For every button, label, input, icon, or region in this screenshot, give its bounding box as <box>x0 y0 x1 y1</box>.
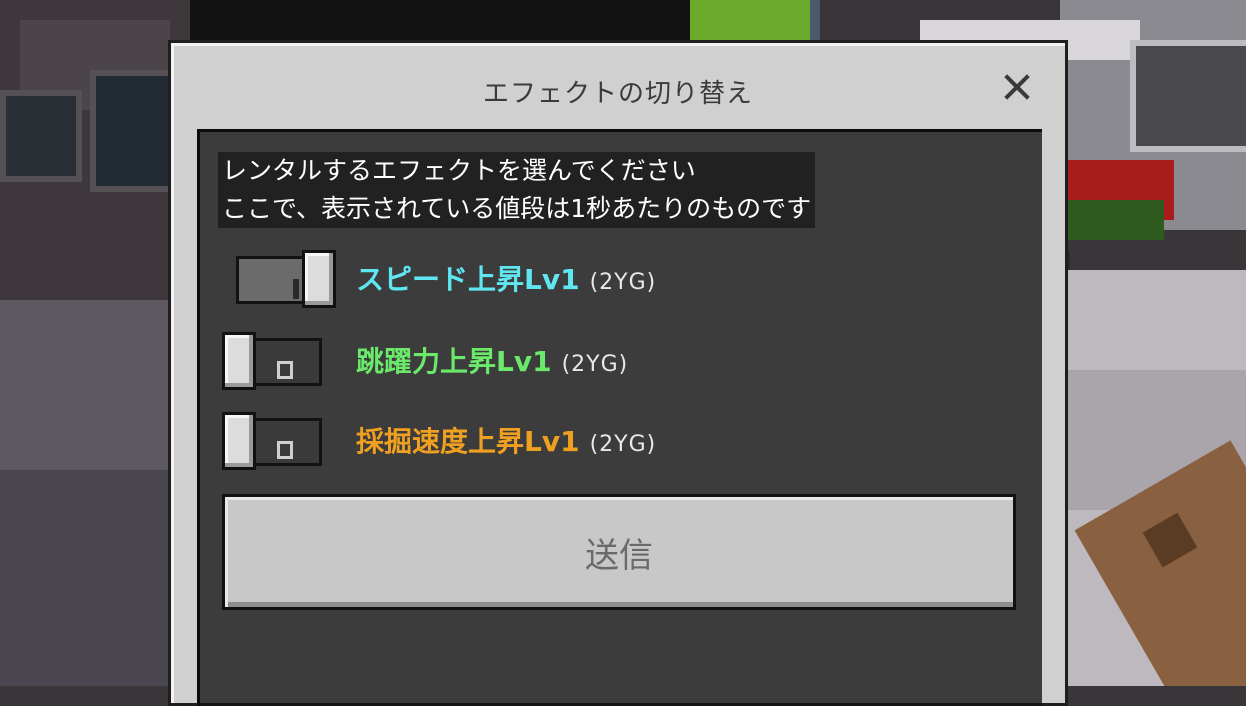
toggle-off-mark-icon <box>277 441 293 459</box>
effect-price: (2YG) <box>589 432 657 457</box>
close-icon[interactable] <box>1003 73 1031 101</box>
dialog-content: レンタルするエフェクトを選んでください ここで、表示されている値段は1秒あたりの… <box>197 129 1042 706</box>
effect-row-speed: スピード上昇Lv1 (2YG) <box>222 250 822 310</box>
effect-price: (2YG) <box>561 352 629 377</box>
toggle-knob[interactable] <box>222 332 256 390</box>
toggle-knob[interactable] <box>302 250 336 308</box>
submit-button[interactable]: 送信 <box>222 494 1016 610</box>
effect-label-jump: 跳躍力上昇Lv1 (2YG) <box>356 340 628 380</box>
description-line-1: レンタルするエフェクトを選んでください <box>222 156 696 185</box>
effect-row-mining: 採掘速度上昇Lv1 (2YG) <box>222 412 822 472</box>
toggle-mining[interactable] <box>222 412 322 470</box>
effect-name: 跳躍力上昇Lv1 <box>356 345 552 378</box>
effect-price: (2YG) <box>589 270 657 295</box>
dialog-title: エフェクトの切り替え <box>482 79 753 109</box>
toggle-on-mark-icon <box>293 279 299 299</box>
description: レンタルするエフェクトを選んでください ここで、表示されている値段は1秒あたりの… <box>218 152 816 228</box>
toggle-off-mark-icon <box>277 361 293 379</box>
toggle-speed[interactable] <box>222 250 336 308</box>
effect-toggle-dialog: エフェクトの切り替え レンタルするエフェクトを選んでください ここで、表示されて… <box>168 40 1068 706</box>
toggle-knob[interactable] <box>222 412 256 470</box>
effect-name: スピード上昇Lv1 <box>356 263 580 296</box>
effect-row-jump: 跳躍力上昇Lv1 (2YG) <box>222 332 822 392</box>
effect-label-speed: スピード上昇Lv1 (2YG) <box>356 258 656 298</box>
toggle-jump[interactable] <box>222 332 322 390</box>
description-line-2: ここで、表示されている値段は1秒あたりのものです <box>222 194 812 223</box>
effect-name: 採掘速度上昇Lv1 <box>356 425 580 458</box>
effect-label-mining: 採掘速度上昇Lv1 (2YG) <box>356 420 656 460</box>
